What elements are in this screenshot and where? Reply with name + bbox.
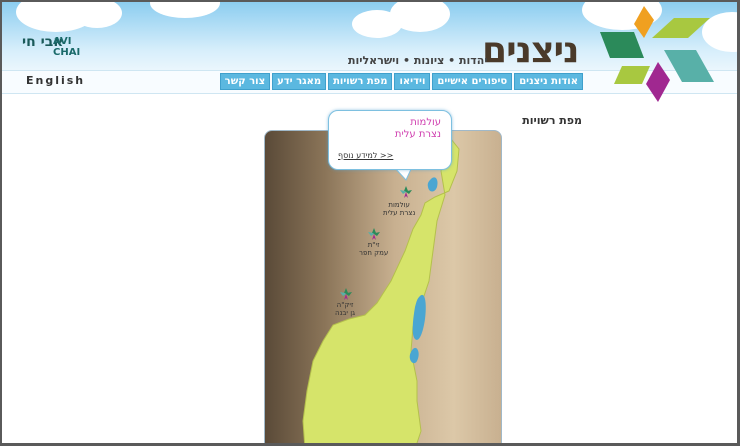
avi-chai-line1: AVI <box>53 36 72 47</box>
page-frame: אבי חי AVI CHAI ניצנים יהדות • ציונות • ו… <box>2 2 737 443</box>
site-zika-town: גן יבנה <box>335 309 356 317</box>
leaf-flower-icon[interactable] <box>399 185 413 199</box>
israel-map <box>302 138 460 443</box>
site-zika-name: זיק"ה <box>336 301 354 309</box>
cloud-decoration <box>72 2 122 28</box>
authorities-map: עולמות נצרת עלית זי"ת עמק חפר זיק"ה גן יבנה <box>264 130 502 443</box>
english-link[interactable]: English <box>26 74 85 87</box>
avi-chai-english: AVI CHAI <box>53 36 80 58</box>
site-olamot-name: עולמות <box>388 201 410 209</box>
site-label-olamot[interactable]: עולמות נצרת עלית <box>383 201 415 217</box>
nav-personal-stories[interactable]: סיפורים אישיים <box>432 73 513 90</box>
site-zit-town: עמק חפר <box>359 249 389 257</box>
site-olamot-town: נצרת עלית <box>383 209 416 217</box>
logo-petal-teal <box>664 50 714 82</box>
nav-video[interactable]: וידיאו <box>394 73 431 90</box>
logo-petal-purple <box>646 62 670 102</box>
sea-of-galilee <box>427 177 438 192</box>
site-label-zika[interactable]: זיק"ה גן יבנה <box>335 301 355 317</box>
nav-knowledge-base[interactable]: מאגר ידע <box>272 73 327 90</box>
site-tagline: יהדות • ציונות • וישראליות <box>348 54 488 67</box>
leaf-flower-icon[interactable] <box>367 227 381 241</box>
site-info-popup: עולמות נצרת עלית למידע נוסף >> <box>328 110 452 170</box>
logo-petal-lime-small <box>614 66 650 84</box>
logo-petal-green <box>600 32 644 58</box>
nav-authorities-map[interactable]: מפת רשויות <box>328 73 393 90</box>
nav-about[interactable]: אודות ניצנים <box>514 73 583 90</box>
popup-town-name: נצרת עלית <box>394 129 441 140</box>
site-title[interactable]: ניצנים <box>482 30 579 70</box>
logo-petal-orange <box>634 6 654 38</box>
nav-contact[interactable]: צור קשר <box>219 73 271 90</box>
leaf-flower-icon[interactable] <box>339 287 353 301</box>
logo-petal-lime <box>652 18 710 38</box>
popup-site-name: עולמות <box>410 117 441 128</box>
main-nav: אודות ניצנים סיפורים אישיים וידיאו מפת ר… <box>219 73 583 90</box>
avi-chai-line2: CHAI <box>53 47 81 58</box>
site-zit-name: זי"ת <box>367 241 380 249</box>
cloud-decoration <box>150 2 220 18</box>
page-title: מפת רשויות <box>522 114 582 127</box>
avi-chai-logo[interactable]: אבי חי AVI CHAI <box>22 35 82 62</box>
site-label-zit[interactable]: זי"ת עמק חפר <box>359 241 388 257</box>
popup-more-info-link[interactable]: למידע נוסף >> <box>338 151 393 160</box>
nitzanim-star-logo[interactable] <box>598 4 718 104</box>
